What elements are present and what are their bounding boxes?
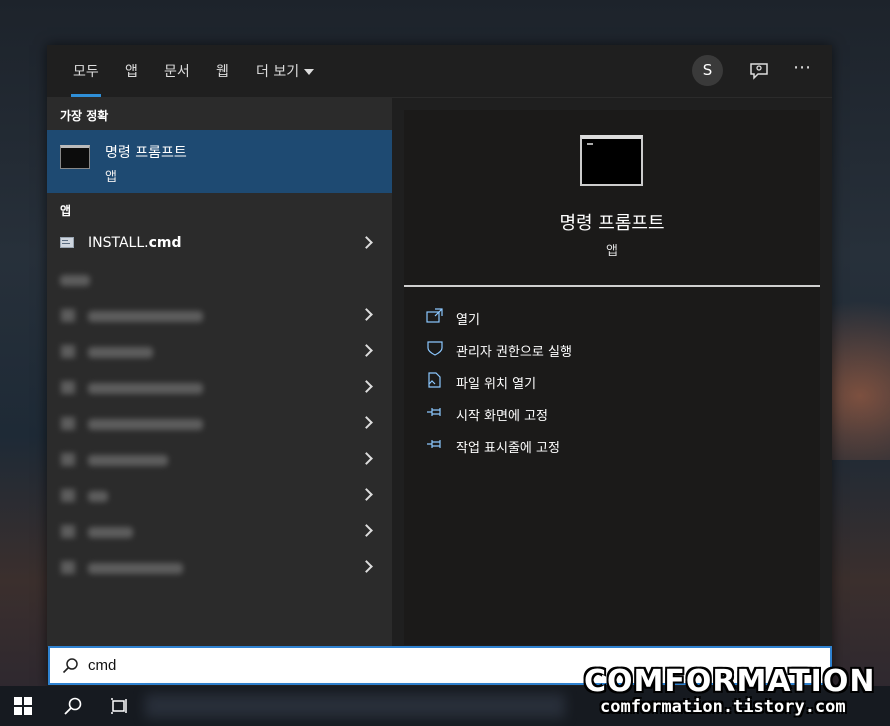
redacted-text [88, 383, 203, 394]
pin-to-start-action[interactable]: 시작 화면에 고정 [426, 402, 686, 424]
open-action[interactable]: 열기 [426, 306, 686, 328]
list-item-blurred [47, 262, 392, 298]
pin-icon [427, 408, 441, 416]
chevron-right-icon[interactable] [360, 560, 373, 573]
command-prompt-icon [60, 145, 90, 169]
chevron-right-icon[interactable] [360, 416, 373, 429]
taskbar-search-icon[interactable] [63, 696, 83, 716]
list-item-blurred[interactable] [47, 370, 392, 406]
list-item-label: INSTALL.cmd [88, 235, 182, 251]
list-item-blurred[interactable] [47, 334, 392, 370]
file-location-icon [428, 372, 441, 388]
list-item-blurred[interactable] [47, 298, 392, 334]
redacted-icon [61, 309, 75, 322]
action-label: 관리자 권한으로 실행 [456, 345, 572, 360]
list-item-blurred[interactable] [47, 478, 392, 514]
action-label: 작업 표시줄에 고정 [456, 441, 560, 456]
chevron-right-icon[interactable] [360, 308, 373, 321]
chevron-right-icon[interactable] [360, 488, 373, 501]
windows-start-icon[interactable] [14, 697, 32, 715]
list-item-blurred[interactable] [47, 406, 392, 442]
detail-subtitle: 앱 [606, 244, 618, 259]
apps-heading: 앱 [60, 204, 72, 218]
chevron-right-icon[interactable] [360, 236, 373, 249]
watermark-brand: COMFORMATION [584, 664, 876, 699]
best-match-title: 명령 프롬프트 [105, 145, 187, 161]
action-label: 열기 [456, 313, 480, 328]
tab-web[interactable]: 웹 [216, 61, 229, 81]
tab-apps[interactable]: 앱 [125, 61, 138, 81]
chevron-down-icon [304, 69, 315, 75]
redacted-text [88, 347, 153, 358]
redacted-icon [61, 561, 75, 574]
redacted-text [88, 455, 168, 466]
list-item[interactable]: INSTALL.cmd [47, 226, 392, 262]
chevron-right-icon[interactable] [360, 380, 373, 393]
list-item-blurred[interactable] [47, 550, 392, 586]
watermark-site: comformation.tistory.com [600, 697, 846, 717]
list-item-blurred[interactable] [47, 514, 392, 550]
shield-icon [427, 341, 443, 356]
list-item-blurred[interactable] [47, 442, 392, 478]
action-label: 파일 위치 열기 [456, 377, 537, 392]
redacted-text [88, 491, 108, 502]
redacted-icon [61, 489, 75, 502]
open-file-location-action[interactable]: 파일 위치 열기 [426, 370, 686, 392]
redacted-icon [61, 453, 75, 466]
best-match-subtitle: 앱 [105, 170, 117, 185]
results-list: 가장 정확 명령 프롬프트 앱 앱 INSTALL.cmd [47, 97, 392, 647]
search-icon [62, 658, 78, 674]
blurred-taskbar-apps [145, 694, 565, 718]
run-as-admin-action[interactable]: 관리자 권한으로 실행 [426, 338, 686, 360]
redacted-text [88, 419, 203, 430]
pin-to-taskbar-action[interactable]: 작업 표시줄에 고정 [426, 434, 686, 456]
chevron-right-icon[interactable] [360, 524, 373, 537]
tab-documents[interactable]: 문서 [164, 61, 190, 81]
tab-all[interactable]: 모두 [71, 61, 101, 97]
redacted-icon [61, 345, 75, 358]
pin-icon [427, 440, 441, 448]
command-prompt-icon [580, 135, 643, 186]
best-match-item[interactable]: 명령 프롬프트 앱 [47, 130, 392, 193]
feedback-icon[interactable] [747, 59, 771, 83]
redacted-icon [61, 525, 75, 538]
avatar[interactable]: S [692, 55, 723, 86]
redacted-text [60, 275, 90, 286]
redacted-text [88, 311, 203, 322]
open-icon [426, 308, 443, 323]
chevron-right-icon[interactable] [360, 452, 373, 465]
redacted-text [88, 527, 133, 538]
search-filter-bar: 모두 앱 문서 웹 더 보기 S ⋯ [47, 45, 832, 98]
redacted-text [88, 563, 183, 574]
best-match-heading: 가장 정확 [60, 109, 109, 123]
task-view-icon[interactable] [110, 696, 130, 716]
tab-more[interactable]: 더 보기 [256, 61, 315, 81]
redacted-icon [61, 381, 75, 394]
search-panel: 모두 앱 문서 웹 더 보기 S ⋯ 가장 정확 명령 프롬프트 앱 앱 INS… [47, 45, 832, 686]
more-options-icon[interactable]: ⋯ [790, 57, 814, 81]
redacted-icon [61, 417, 75, 430]
result-detail-pane: 명령 프롬프트 앱 열기 관리자 권한으로 실행 파일 위치 열기 시작 화면에… [404, 110, 820, 645]
chevron-right-icon[interactable] [360, 344, 373, 357]
detail-title: 명령 프롬프트 [559, 213, 665, 234]
divider [404, 285, 820, 287]
script-file-icon [60, 237, 74, 248]
action-label: 시작 화면에 고정 [456, 409, 548, 424]
tab-more-label: 더 보기 [256, 64, 300, 80]
